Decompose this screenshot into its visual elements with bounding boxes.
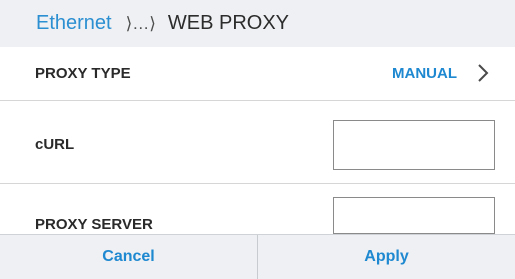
page-title: WEB PROXY xyxy=(167,12,290,34)
proxy-server-label: PROXY SERVER xyxy=(35,216,153,233)
apply-button[interactable]: Apply xyxy=(258,235,515,279)
action-bar: Cancel Apply xyxy=(0,234,515,279)
chevron-right-icon[interactable] xyxy=(473,63,493,83)
proxy-type-label: PROXY TYPE xyxy=(35,65,131,82)
curl-row: cURL xyxy=(0,101,515,184)
curl-input[interactable] xyxy=(333,120,495,170)
breadcrumb: Ethernet ⟩…⟩ WEB PROXY xyxy=(0,0,515,47)
breadcrumb-ethernet-link[interactable]: Ethernet xyxy=(36,12,112,35)
proxy-type-value[interactable]: MANUAL xyxy=(392,65,457,82)
proxy-type-row[interactable]: PROXY TYPE MANUAL xyxy=(0,47,515,101)
proxy-server-row: PROXY SERVER xyxy=(0,184,515,234)
proxy-server-input[interactable] xyxy=(333,197,495,234)
cancel-button[interactable]: Cancel xyxy=(0,235,257,279)
breadcrumb-ellipsis[interactable]: ⟩…⟩ xyxy=(126,14,156,34)
curl-label: cURL xyxy=(35,136,75,153)
